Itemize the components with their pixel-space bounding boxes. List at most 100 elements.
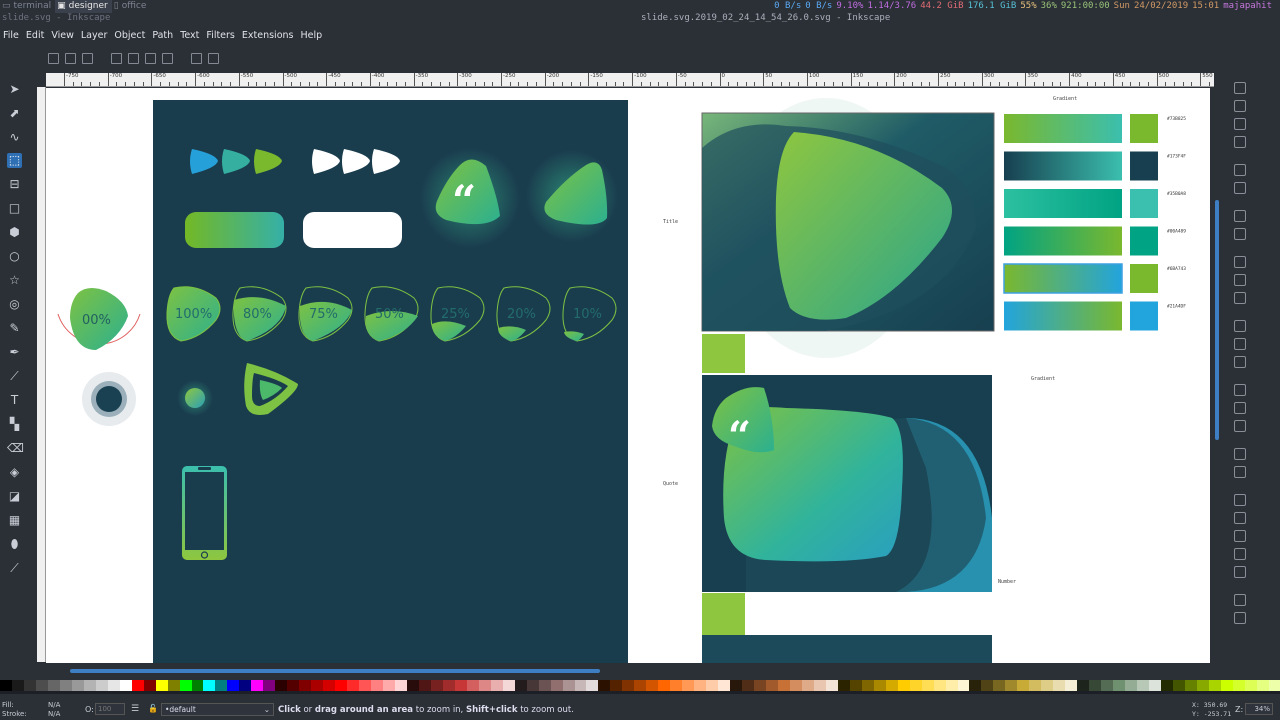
gradient-bar[interactable]: [1004, 151, 1122, 181]
workspace-tab-office[interactable]: ▯ office: [112, 0, 151, 13]
palette-swatch[interactable]: [287, 680, 300, 691]
palette-swatch[interactable]: [586, 680, 599, 691]
palette-swatch[interactable]: [0, 680, 12, 691]
palette-swatch[interactable]: [383, 680, 395, 691]
open-icon[interactable]: [1234, 100, 1246, 112]
palette-swatch[interactable]: [981, 680, 994, 691]
menu-filters[interactable]: Filters: [203, 29, 238, 43]
palette-swatch[interactable]: [1256, 680, 1269, 691]
palette-swatch[interactable]: [1089, 680, 1102, 691]
color-swatch[interactable]: [1130, 226, 1158, 256]
palette-swatch[interactable]: [1053, 680, 1066, 691]
opacity-spinbox[interactable]: 100: [95, 703, 125, 715]
horizontal-scroll-thumb[interactable]: [70, 669, 600, 673]
3d-box-tool-icon[interactable]: ⬢: [7, 225, 22, 240]
zoom-tool-icon[interactable]: ⬚: [7, 153, 22, 168]
palette-swatch[interactable]: [71, 680, 84, 691]
export-icon[interactable]: [1234, 182, 1246, 194]
palette-swatch[interactable]: [634, 680, 647, 691]
preferences-icon[interactable]: [1234, 594, 1246, 606]
palette-swatch[interactable]: [11, 680, 24, 691]
palette-swatch[interactable]: [1125, 680, 1138, 691]
ellipse-tool-icon[interactable]: ○: [7, 249, 22, 264]
text-font-icon[interactable]: [1234, 512, 1246, 524]
palette-swatch[interactable]: [1196, 680, 1209, 691]
palette-swatch[interactable]: [23, 680, 36, 691]
duplicate-icon[interactable]: [1234, 384, 1246, 396]
palette-swatch[interactable]: [490, 680, 503, 691]
play-arrows-colored[interactable]: [190, 149, 282, 174]
new-document-icon[interactable]: [1234, 82, 1246, 94]
palette-swatch[interactable]: [359, 680, 372, 691]
copy-icon[interactable]: [1234, 256, 1246, 268]
gradient-bar[interactable]: [1004, 301, 1122, 331]
palette-swatch[interactable]: [215, 680, 228, 691]
palette-swatch[interactable]: [95, 680, 108, 691]
palette-swatch[interactable]: [263, 680, 276, 691]
palette-swatch[interactable]: [1184, 680, 1197, 691]
gradient-bar[interactable]: [1003, 263, 1123, 294]
palette-swatch[interactable]: [1017, 680, 1030, 691]
palette-swatch[interactable]: [1029, 680, 1042, 691]
palette-swatch[interactable]: [466, 680, 479, 691]
color-swatch[interactable]: [1130, 151, 1158, 181]
palette-swatch[interactable]: [921, 680, 934, 691]
palette-swatch[interactable]: [239, 680, 252, 691]
palette-swatch[interactable]: [335, 680, 348, 691]
zoom-selection-icon[interactable]: [1234, 320, 1246, 332]
palette-swatch[interactable]: [1232, 680, 1245, 691]
workspace-tab-designer[interactable]: ▣ designer: [55, 0, 112, 13]
palette-swatch[interactable]: [251, 680, 264, 691]
fill-indicator[interactable]: Fill:: [2, 701, 14, 709]
undo-icon[interactable]: [1234, 210, 1246, 222]
menu-file[interactable]: File: [0, 29, 23, 43]
flip-h-icon[interactable]: [145, 52, 156, 64]
palette-swatch[interactable]: [550, 680, 563, 691]
save-icon[interactable]: [1234, 118, 1246, 130]
palette-swatch[interactable]: [909, 680, 922, 691]
palette-swatch[interactable]: [1005, 680, 1018, 691]
layer-dropdown[interactable]: •default ⌄: [161, 703, 274, 716]
palette-swatch[interactable]: [1220, 680, 1233, 691]
palette-swatch[interactable]: [478, 680, 491, 691]
color-swatch[interactable]: [1130, 189, 1158, 218]
palette-swatch[interactable]: [167, 680, 180, 691]
paste-icon[interactable]: [1234, 292, 1246, 304]
palette-swatch[interactable]: [119, 680, 132, 691]
palette-swatch[interactable]: [742, 680, 755, 691]
calligraphy-tool-icon[interactable]: ⟋: [7, 369, 22, 384]
gradient-bar[interactable]: [1004, 226, 1122, 256]
next-slide-preview[interactable]: [702, 635, 992, 663]
menu-text[interactable]: Text: [177, 29, 203, 43]
palette-swatch[interactable]: [706, 680, 719, 691]
group-icon[interactable]: [1234, 448, 1246, 460]
cut-icon[interactable]: [1234, 274, 1246, 286]
rotate-cw-icon[interactable]: [128, 52, 139, 64]
palette-swatch[interactable]: [622, 680, 635, 691]
palette-swatch[interactable]: [502, 680, 515, 691]
zoom-drawing-icon[interactable]: [1234, 338, 1246, 350]
palette-swatch[interactable]: [957, 680, 970, 691]
palette-swatch[interactable]: [861, 680, 874, 691]
color-swatch[interactable]: [1130, 114, 1158, 143]
palette-swatch[interactable]: [754, 680, 766, 691]
palette-swatch[interactable]: [442, 680, 455, 691]
palette-swatch[interactable]: [514, 680, 527, 691]
palette-swatch[interactable]: [933, 680, 946, 691]
pen-tool-icon[interactable]: ✒: [7, 345, 22, 360]
palette-swatch[interactable]: [323, 680, 336, 691]
palette-swatch[interactable]: [849, 680, 862, 691]
palette-swatch[interactable]: [227, 680, 240, 691]
palette-swatch[interactable]: [574, 680, 587, 691]
menu-path[interactable]: Path: [149, 29, 177, 43]
palette-swatch[interactable]: [993, 680, 1006, 691]
palette-swatch[interactable]: [275, 680, 288, 691]
dot-gradient[interactable]: [185, 388, 205, 408]
palette-swatch[interactable]: [1065, 680, 1078, 691]
palette-swatch[interactable]: [35, 680, 48, 691]
gradient-tool-icon[interactable]: ◪: [7, 489, 22, 504]
palette-swatch[interactable]: [299, 680, 312, 691]
palette-swatch[interactable]: [311, 680, 324, 691]
palette-swatch[interactable]: [179, 680, 192, 691]
palette-swatch[interactable]: [885, 680, 898, 691]
